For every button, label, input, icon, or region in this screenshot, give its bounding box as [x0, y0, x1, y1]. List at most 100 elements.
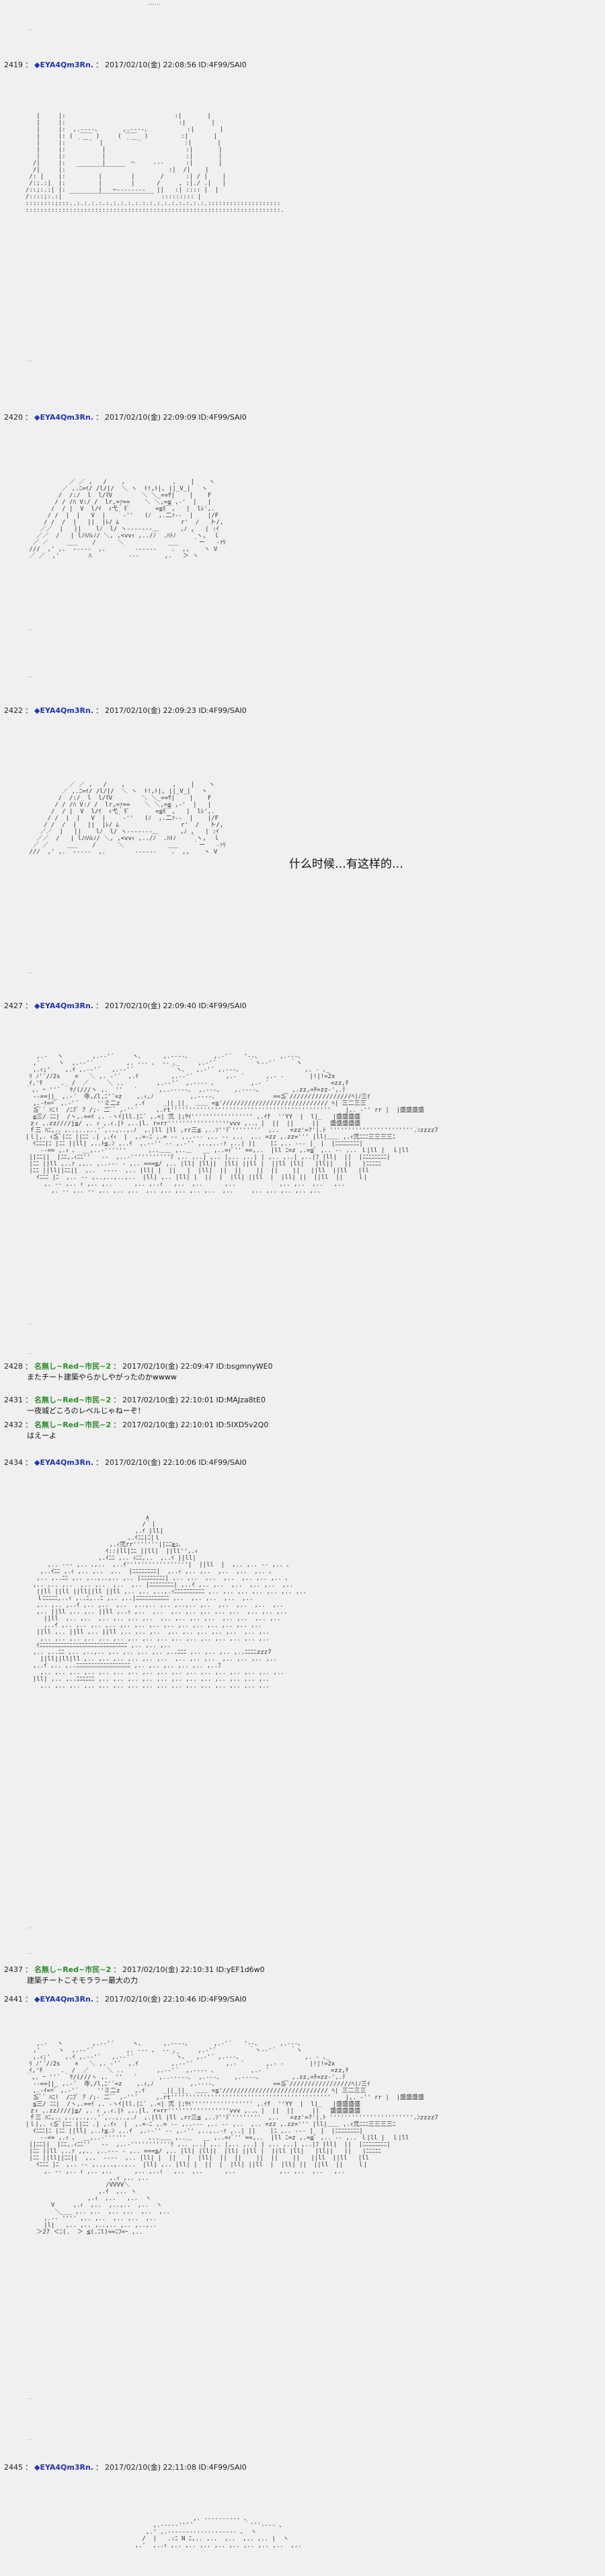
- poster-name[interactable]: ◆EYA4Qm3Rn.: [34, 413, 93, 422]
- ascii-art-line: ／ ／ ___ / ＼ ___ ｀ー -ｧﾘ: [26, 842, 226, 849]
- post-text: 建築チートこそモララー最大の力: [27, 1976, 138, 1985]
- ascii-art-line: ,.ｲﾆﾆ|ﾆ|ｌ: [26, 1535, 161, 1542]
- post-number[interactable]: 2432: [4, 1420, 23, 1429]
- ascii-art-line: | |: ｀￣´ | ｀￣´ :| |: [26, 140, 221, 147]
- post-colon: ：: [25, 61, 32, 69]
- post-number[interactable]: 2431: [4, 1396, 23, 1404]
- post-meta: 2017/02/10(金) 22:10:06 ID:4F99/SAI0: [105, 1458, 247, 1467]
- post-separator: …: [27, 356, 33, 363]
- ascii-art-line: V ,.ｨ ,.. ,..,.. ,.. ヽ: [26, 2202, 163, 2209]
- post-separator: …: [27, 26, 33, 32]
- ascii-art-line: / / /ﾊ V:/ / lr,=ｧ== ＼ ＼,=≦ ,-' | |: [26, 802, 212, 808]
- post-header: 2445： ◆EYA4Qm3Rn.： 2017/02/10(金) 22:11:08 …: [4, 2462, 247, 2472]
- ascii-art-line: ,. -‐ ,.. ｨ ,.. ,.. ,.. ,..ｨ ,.. ,.. ,..…: [26, 2168, 345, 2175]
- ascii-art-line: ,' ヽ ,.-‐'´ ,. ‐‐- ､ ‐- ､_ ,.‐'´ ｀ヽ-‐'´ …: [26, 2047, 302, 2054]
- post-number[interactable]: 2428: [4, 1362, 23, 1371]
- ascii-art-line: ,.. ,.. ,.. ,.. ,.. ,.. ,.. ,.. ,.. ,.. …: [26, 1636, 270, 1642]
- ascii-art-line: ,.-ｲ==ﾞ ,.-'´ ''ミ二z ,.ｲ _||_||_ ＿＿ =≦'//…: [26, 2088, 366, 2094]
- translation-caption: 什么时候…有这样的…: [289, 858, 403, 871]
- post-header: 2428：名無し~Red~市民~2： 2017/02/10(金) 22:09:47…: [4, 1361, 273, 1371]
- poster-name[interactable]: ◆EYA4Qm3Rn.: [34, 1995, 93, 2004]
- ascii-art-line: | |: | :| |: [26, 147, 223, 153]
- post-number[interactable]: 2427: [4, 1001, 23, 1010]
- ascii-art-line: ｆ三 ﾊﾆ,.、,..,..,..'´,..,..,.ﾉ ,.|ll |ll ,…: [26, 2115, 438, 2121]
- ascii-art: ／ ／ , / , , | ヽ ／ ,.ﾆ=ｲ/ /l/|/ ＼ ヽ ﾄ!,ﾄ|…: [26, 479, 592, 560]
- ascii-art-line: ,.. ,..ﾆﾆ ,.. ,..,..,.. ,.. |ﾆﾆﾆﾆﾆﾆﾆﾆ| ,…: [26, 1575, 288, 1582]
- top-ellipsis: ……: [148, 0, 161, 7]
- ascii-art-line: ≦ﾞ´ ﾊﾆ! /ﾆﾌﾞ ｱ /;‐ 二ﾞﾞ ,-''´ ,.rt'''''''…: [26, 1107, 424, 1114]
- post-colon: ：: [113, 1396, 121, 1404]
- ascii-art-line: ﾘ ﾉ'´/ﾉ2s × ＼ ,. ‐'´ ,.ｲ ,.-‐'´ ,.- ´ ,.…: [26, 2061, 335, 2068]
- post-colon: ：: [25, 1995, 32, 2004]
- ascii-art-line: ≦三/ ﾆﾆ| /ヽ,.==ｲ ,. ‐ヽｲ|ll.|ﾆ´ ,.<| 弐 |;ｻ…: [26, 2101, 361, 2108]
- post-number[interactable]: 2437: [4, 1965, 23, 1974]
- post-colon: ：: [95, 61, 103, 69]
- ascii-art-line: /// ,' ,. ‐‐‐‐‐ ,. -‐‐‐‐‐ . ,, ヽ V: [26, 546, 218, 553]
- post-separator: …: [27, 2435, 33, 2442]
- post-meta: 2017/02/10(金) 22:09:09 ID:4F99/SAI0: [105, 413, 247, 422]
- ascii-art-line: / / | | V | ｀‐'' (ﾉ ,.二ｧ-‐ | |/F: [26, 815, 219, 822]
- post-colon: ：: [95, 1458, 103, 1467]
- ascii-art-line: ,.ｨ;' ,.ｲ ,.-‐'´ ,.-‐'´ ｀ヽ､ ,.-'´ ,.-‐-､…: [26, 1067, 330, 1073]
- ascii-art-line: ||ll ,.. ||ll ,.. ||ll ,.. ,.. ,.. ,.. ,…: [26, 1629, 270, 1636]
- ascii-art-line: ∧: [26, 1515, 150, 1521]
- post-number[interactable]: 2434: [4, 1458, 23, 1467]
- ascii-art-line: ／ ,.ﾆ=ｲ/ /l/|/ ＼ ヽ ﾄ!,ﾄ|, ||_V_| ヽ: [26, 788, 208, 795]
- post-header: 2422： ◆EYA4Qm3Rn.： 2017/02/10(金) 22:09:23 …: [4, 705, 247, 716]
- ascii-art-line: ｚｨ ,.zz////j≦/ ,. ｨ ,.ｨ.|ﾄ ,..|l. r=rr''…: [26, 2108, 361, 2115]
- ascii-art-line: ,. -‐‐‐‐‐‐‐‐‐ ､: [87, 2515, 247, 2522]
- post-header: 2437：名無し~Red~市民~2： 2017/02/10(金) 22:10:31…: [4, 1964, 265, 1975]
- ascii-art-line: ｲ,'ﾁ . / ／ ＼ .. ,.-‐'´ ,.-‐‐‐ ､ ,.- ´ =z…: [26, 2068, 349, 2074]
- ascii-art-line: ,.ｨ;' ,.ｲ ,.-‐'´ ,.-‐'´ ｀ヽ､ ,.-'´ ,.-‐-､…: [26, 2054, 330, 2061]
- post-colon: ：: [25, 1001, 32, 1010]
- post-number[interactable]: 2445: [4, 2463, 23, 2472]
- poster-name[interactable]: 名無し~Red~市民~2: [34, 1396, 111, 1404]
- ascii-art-line: ::::::::;:::..:.:.:.:.:.:.:.:.:.:.:.:.:.…: [26, 200, 281, 207]
- post-colon: ：: [113, 1362, 121, 1371]
- ascii-art-line: /| |: ￣￣￣￣￣￣￣￣ :| /| |: [26, 167, 209, 174]
- ascii-art-line: ｀,. ｰ ''´ ｀ﾔ/(///ヽ ,. '' ´ ,..-‐‐‐-､ ,.-…: [26, 1087, 346, 1094]
- ascii-art-line: ,..ｲ ,.. ,.. ,.. ,.. ,.. ,.. ,.. ,.. ,..…: [26, 1622, 262, 1629]
- poster-name[interactable]: ◆EYA4Qm3Rn.: [34, 1001, 93, 1010]
- post-colon: ：: [25, 1362, 32, 1371]
- ascii-art-line: |ﾆﾆ ||ll||ﾆﾆ|| ,.. -‐‐- ,.. |ll| | || | …: [26, 2155, 370, 2162]
- ascii-art-line: / / / | || |ﾚ/ ﾑ r' / ト/,: [26, 822, 224, 829]
- poster-name[interactable]: 名無し~Red~市民~2: [34, 1965, 111, 1974]
- ascii-art-line: ＞27 ＜ﾆ(. ＞ ≦(.ﾆl)==ﾆﾌ=ｰ ,..: [26, 2229, 143, 2236]
- poster-name[interactable]: ◆EYA4Qm3Rn.: [34, 61, 93, 69]
- poster-name[interactable]: 名無し~Red~市民~2: [34, 1362, 111, 1371]
- ascii-art: | |:｀￣￣￣￣￣￣￣￣￣￣￣￣￣￣￣￣￣:| | | |: :| | | |…: [26, 113, 592, 214]
- ascii-art: ／ ／ , / , , | ヽ ／ ,.ﾆ=ｲ/ /l/|/ ＼ ヽ ﾄ!,ﾄ|…: [26, 782, 592, 856]
- post-meta: 2017/02/10(金) 22:10:46 ID:4F99/SAI0: [105, 1995, 247, 2004]
- ascii-art-line: /::::;:.:| ￣￣￣￣￣￣￣￣￣￣￣￣￣￣ ::::::::: |: [26, 194, 202, 200]
- post-meta: 2017/02/10(金) 22:10:01 ID:5IXD5v2Q0: [122, 1420, 269, 1429]
- post-separator: …: [27, 1949, 33, 1956]
- poster-name[interactable]: 名無し~Red~市民~2: [34, 1420, 111, 1429]
- post-separator: …: [27, 2394, 33, 2401]
- ascii-art-line: ｲﾆﾆﾆﾆﾆﾆﾆﾆﾆﾆﾆﾆﾆﾆﾆﾆﾆﾆﾆﾆﾆﾆﾆﾆﾆﾆﾆﾆﾆ ,.. ,.. ,…: [26, 1642, 171, 1649]
- ascii-art-line: ,.. ,.. ,.. ,.. ,.. ,.. ,.. |ﾆﾆﾆﾆﾆﾆﾆﾆ| ,…: [26, 1582, 294, 1589]
- post-meta: 2017/02/10(金) 22:09:40 ID:4F99/SAI0: [105, 1001, 247, 1010]
- post-separator: …: [27, 969, 33, 975]
- post-colon: ：: [113, 1965, 121, 1974]
- ascii-art-line: ,..ｲﾆﾆ ,.ｨ ,.. ,.. ,.. |ﾆﾆﾆﾆﾆﾆﾆﾆ| ,..ｨ ,…: [26, 1568, 272, 1575]
- post-colon: ：: [25, 1965, 32, 1974]
- post-colon: ：: [25, 1420, 32, 1429]
- ascii-art-line: | |: :| |: [26, 120, 215, 126]
- post-colon: ：: [95, 2463, 103, 2472]
- post-header: 2420： ◆EYA4Qm3Rn.： 2017/02/10(金) 22:09:09 …: [4, 412, 247, 422]
- poster-name[interactable]: ◆EYA4Qm3Rn.: [34, 1458, 93, 1467]
- poster-name[interactable]: ◆EYA4Qm3Rn.: [34, 706, 93, 715]
- ascii-art-line: ,.' ,..ｨ ,.. ,.. ,.. ,.. ,.. ,.. ,.. ,..…: [87, 2542, 302, 2549]
- ascii-art-line: ,..ｲ ,.. ,..ﾆﾆﾆﾆﾆﾆﾆﾆﾆﾆﾆﾆﾆﾆﾆﾆﾆﾆ ,.. ,.. ,…: [26, 1663, 221, 1669]
- ascii-art-line: ／ ／ ___ / ＼ ___ ｀ー -ｧﾘ: [26, 539, 226, 546]
- post-number[interactable]: 2422: [4, 706, 23, 715]
- post-number[interactable]: 2441: [4, 1995, 23, 2004]
- poster-name[interactable]: ◆EYA4Qm3Rn.: [34, 2463, 93, 2472]
- ascii-art-line: ,. -‐ ,.. ｨ ,.. ,.. ,.. ,..ｨ ,.. ,.. ,..…: [26, 1181, 345, 1188]
- post-number[interactable]: 2419: [4, 61, 23, 69]
- ascii-art-line: ||ll ,.. ,.. ,.. ,.. ,.. ,.. ,.. ,.. ,..…: [26, 1616, 281, 1622]
- post-number[interactable]: 2420: [4, 413, 23, 422]
- ascii-art-line: ,.-‐ '''' ,.. ,.. ,.. ,.. ,..: [26, 2215, 157, 2222]
- ascii-art-line: ／／ | || lﾉ l/ ヽ--‐‐---＿ ,ﾉ , | :ｲ: [26, 829, 219, 835]
